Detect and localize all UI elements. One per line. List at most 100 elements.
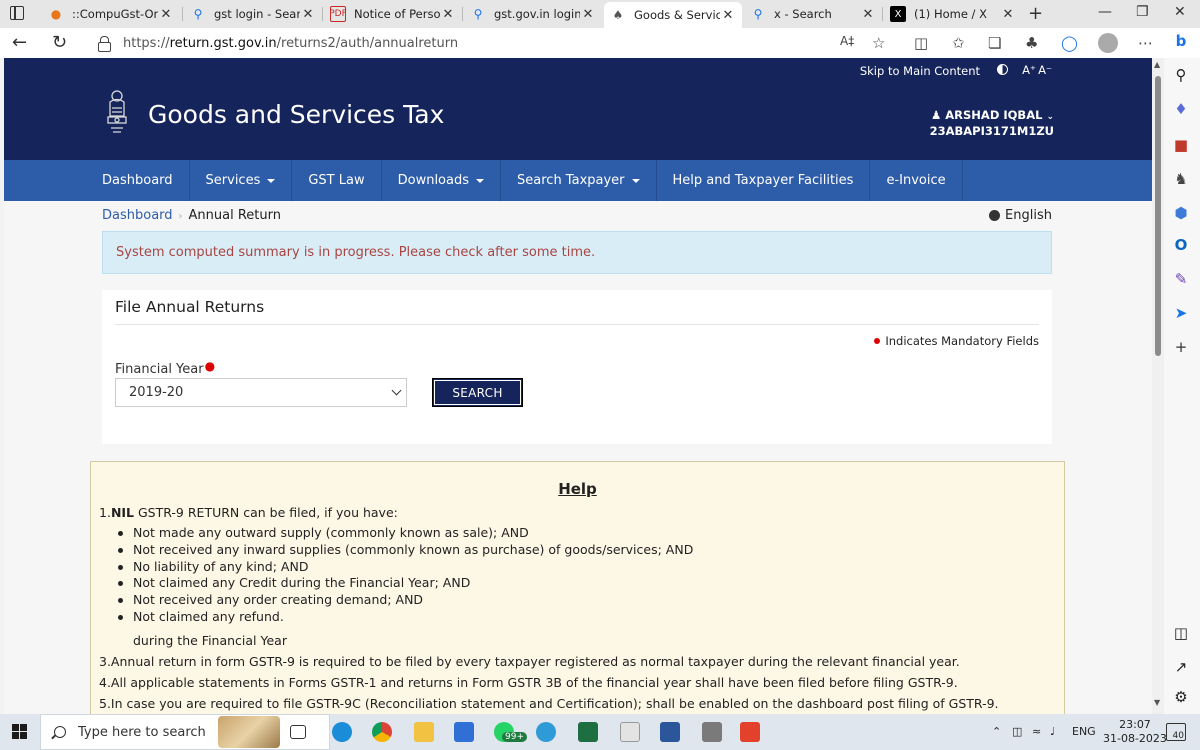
close-icon[interactable]: ✕ xyxy=(158,7,174,22)
search-button[interactable]: SEARCH xyxy=(432,378,523,407)
file-explorer-icon[interactable] xyxy=(414,722,434,742)
url-field[interactable]: https://return.gst.gov.in/returns2/auth/… xyxy=(90,30,900,56)
help-title: Help xyxy=(558,480,597,498)
close-icon[interactable]: ✕ xyxy=(440,7,456,22)
mail-icon[interactable] xyxy=(454,722,474,742)
favorites-icon[interactable]: ✩ xyxy=(952,34,965,52)
back-arrow-icon[interactable]: ← xyxy=(12,32,27,53)
system-clock[interactable]: 23:07 31-08-2023 xyxy=(1103,718,1167,746)
national-emblem-icon xyxy=(107,90,127,133)
favorite-star-icon[interactable]: ☆ xyxy=(872,34,885,52)
battery-icon[interactable]: ◫ xyxy=(1012,725,1022,738)
help-point-5: 5.In case you are required to file GSTR-… xyxy=(99,696,999,711)
more-options-icon[interactable]: ⋯ xyxy=(1138,34,1153,52)
breadcrumb-current: Annual Return xyxy=(188,208,281,223)
breadcrumb-separator-icon: › xyxy=(178,211,183,222)
word-icon[interactable] xyxy=(660,722,680,742)
help-point-1: 1.NIL GSTR-9 RETURN can be filed, if you… xyxy=(99,505,398,520)
language-selector[interactable]: English xyxy=(989,208,1052,223)
skip-to-main-link[interactable]: Skip to Main Content xyxy=(860,64,980,78)
tab-gst-login-search[interactable]: ⚲ gst login - Search ✕ xyxy=(184,2,322,26)
taskbar-search-box[interactable]: Type here to search xyxy=(40,714,330,750)
read-aloud-icon[interactable]: A‡ xyxy=(840,34,854,48)
nav-dashboard[interactable]: Dashboard xyxy=(86,160,190,201)
extensions-icon[interactable]: ♣ xyxy=(1025,34,1038,52)
designer-icon[interactable]: ✎ xyxy=(1172,270,1190,288)
site-title[interactable]: Goods and Services Tax xyxy=(148,100,444,129)
globe-icon xyxy=(989,210,1001,221)
tab-separator xyxy=(462,7,463,21)
send-plane-icon[interactable]: ➤ xyxy=(1172,304,1190,322)
external-link-icon[interactable]: ↗ xyxy=(1172,658,1190,676)
anydesk-icon[interactable] xyxy=(740,722,760,742)
weather-cloud-icon[interactable] xyxy=(536,722,556,742)
close-icon[interactable]: ✕ xyxy=(580,7,596,22)
split-screen-icon[interactable]: ◫ xyxy=(914,34,928,52)
contrast-toggle-icon[interactable] xyxy=(997,64,1008,75)
tools-briefcase-icon[interactable]: ■ xyxy=(1172,136,1190,154)
input-language[interactable]: ENG xyxy=(1072,725,1096,738)
chrome-icon[interactable] xyxy=(372,722,392,742)
notification-center-icon[interactable]: 40 xyxy=(1166,723,1186,741)
nav-downloads[interactable]: Downloads xyxy=(382,160,502,201)
edge-browser-icon[interactable] xyxy=(332,722,352,742)
windows-taskbar: Type here to search 99+ ⌃ ◫ ≈ ♩ ENG 23:0… xyxy=(0,714,1200,750)
nav-help-taxpayer-facilities[interactable]: Help and Taxpayer Facilities xyxy=(657,160,871,201)
close-icon[interactable]: ✕ xyxy=(860,7,876,22)
browser-tab-strip: ● ::CompuGst-Online ✕ ⚲ gst login - Sear… xyxy=(0,0,1200,28)
excel-icon[interactable] xyxy=(578,722,598,742)
collections-icon[interactable]: ❏ xyxy=(988,34,1001,52)
url-text: https://return.gst.gov.in/returns2/auth/… xyxy=(123,35,459,51)
list-item: Not received any order creating demand; … xyxy=(115,592,693,609)
task-view-icon[interactable] xyxy=(290,725,306,739)
file-icon[interactable] xyxy=(620,722,640,742)
tray-chevron-up-icon[interactable]: ⌃ xyxy=(992,725,1001,738)
tab-notice-pdf[interactable]: PDF Notice of Personal ✕ xyxy=(324,2,462,26)
whatsapp-badge: 99+ xyxy=(502,732,527,742)
windows-start-icon[interactable] xyxy=(12,724,28,740)
sidebar-layout-icon[interactable]: ◫ xyxy=(1172,624,1190,642)
nav-e-invoice[interactable]: e-Invoice xyxy=(870,160,963,201)
workspaces-icon[interactable] xyxy=(10,5,24,20)
volume-icon[interactable]: ♩ xyxy=(1050,725,1055,738)
tab-goods-services-tax[interactable]: ♠ Goods & Service Ta ✕ xyxy=(604,2,742,28)
bing-icon[interactable]: b xyxy=(1172,32,1190,50)
close-icon[interactable]: ✕ xyxy=(1000,7,1016,22)
outlook-icon[interactable]: O xyxy=(1172,236,1190,254)
tab-compugst[interactable]: ● ::CompuGst-Online ✕ xyxy=(42,2,180,26)
scroll-down-arrow-icon[interactable]: ▼ xyxy=(1154,698,1160,707)
refresh-icon[interactable]: ↻ xyxy=(52,32,67,53)
window-close-icon[interactable]: ✕ xyxy=(1174,4,1186,20)
nav-services[interactable]: Services xyxy=(190,160,293,201)
add-sidebar-app-icon[interactable]: + xyxy=(1172,338,1190,356)
new-tab-button[interactable]: + xyxy=(1028,3,1043,24)
scroll-up-arrow-icon[interactable]: ▲ xyxy=(1154,60,1160,69)
minimize-icon[interactable]: — xyxy=(1098,4,1112,20)
scroll-thumb[interactable] xyxy=(1155,76,1161,356)
search-icon[interactable]: ⚲ xyxy=(1172,66,1190,84)
games-chess-icon[interactable]: ♞ xyxy=(1172,170,1190,188)
restore-icon[interactable]: ❐ xyxy=(1136,4,1149,20)
tab-x-home[interactable]: X (1) Home / X ✕ xyxy=(884,2,1022,26)
font-decrease-button[interactable]: A⁻ xyxy=(1038,63,1052,77)
breadcrumb-dashboard-link[interactable]: Dashboard xyxy=(102,208,173,223)
tab-x-search[interactable]: ⚲ x - Search ✕ xyxy=(744,2,882,26)
shopping-tag-icon[interactable]: ♦ xyxy=(1172,100,1190,118)
edge-sync-icon[interactable]: ◯ xyxy=(1061,34,1078,52)
page-scrollbar[interactable]: ▲ ▼ xyxy=(1152,58,1164,714)
close-icon[interactable]: ✕ xyxy=(720,8,736,23)
financial-year-select[interactable]: 2019-20 xyxy=(115,378,407,407)
microsoft365-icon[interactable]: ⬢ xyxy=(1172,204,1190,222)
wifi-icon[interactable]: ≈ xyxy=(1032,725,1041,738)
nav-search-taxpayer[interactable]: Search Taxpayer xyxy=(501,160,657,201)
font-increase-button[interactable]: A⁺ xyxy=(1022,63,1036,77)
calculator-icon[interactable] xyxy=(702,722,722,742)
nav-gst-law[interactable]: GST Law xyxy=(292,160,382,201)
sidebar-settings-icon[interactable]: ⚙ xyxy=(1172,688,1190,706)
profile-avatar[interactable] xyxy=(1098,33,1118,53)
required-dot-icon: ● xyxy=(204,359,216,373)
tab-gst-gov-login-search[interactable]: ⚲ gst.gov.in login - Se ✕ xyxy=(464,2,602,26)
user-menu-toggle[interactable]: ♟ ARSHAD IQBAL ⌄ xyxy=(931,108,1054,122)
close-icon[interactable]: ✕ xyxy=(300,7,316,22)
search-icon: ⚲ xyxy=(193,7,203,21)
